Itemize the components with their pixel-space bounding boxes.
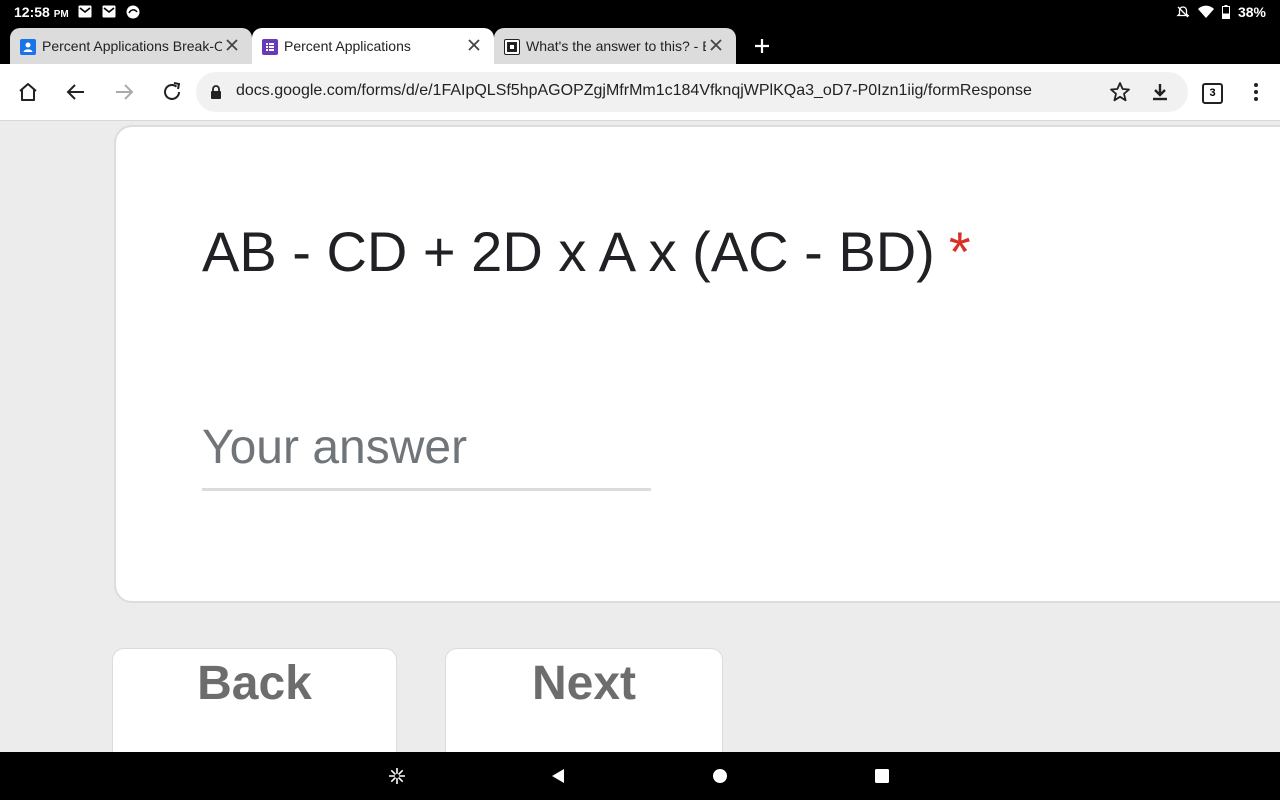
bookmark-star-icon[interactable]: [1108, 80, 1132, 104]
address-bar[interactable]: docs.google.com/forms/d/e/1FAIpQLSf5hpAG…: [196, 72, 1188, 112]
tab-whats-the-answer[interactable]: What's the answer to this? - B: [494, 28, 736, 64]
forward-arrow-icon[interactable]: [112, 80, 136, 104]
tab-switcher-button[interactable]: 3: [1202, 83, 1223, 104]
tab-strip: Percent Applications Break-O Percent App…: [0, 24, 1280, 64]
system-nav-bar: [0, 752, 1280, 800]
question-title: AB - CD + 2D x A x (AC - BD) *: [202, 219, 971, 284]
nav-recents-icon[interactable]: [872, 766, 892, 786]
classroom-favicon-icon: [20, 39, 36, 55]
tab-percent-applications-break[interactable]: Percent Applications Break-O: [10, 28, 252, 64]
status-right: 38%: [1176, 4, 1266, 20]
battery-icon: [1221, 5, 1230, 19]
close-icon[interactable]: [708, 37, 724, 53]
home-icon[interactable]: [16, 80, 40, 104]
question-text: AB - CD + 2D x A x (AC - BD): [202, 220, 935, 283]
nav-back-icon[interactable]: [548, 766, 568, 786]
reload-icon[interactable]: [160, 80, 184, 104]
status-bar: 12:58 PM 38%: [0, 0, 1280, 24]
nav-home-icon[interactable]: [710, 766, 730, 786]
tab-title: What's the answer to this? - B: [526, 38, 706, 54]
gmail-icon: [78, 5, 92, 18]
answer-input[interactable]: [202, 407, 651, 491]
tab-title: Percent Applications Break-O: [42, 38, 222, 54]
assistant-icon[interactable]: [387, 766, 407, 786]
new-tab-plus-icon[interactable]: [750, 34, 774, 58]
forms-favicon-icon: [262, 39, 278, 55]
battery-percent: 38%: [1237, 4, 1266, 20]
question-card: AB - CD + 2D x A x (AC - BD) *: [114, 125, 1280, 603]
download-icon[interactable]: [1148, 80, 1172, 104]
close-icon[interactable]: [466, 37, 482, 53]
wifi-icon: [1197, 5, 1214, 18]
gmail-icon: [102, 5, 116, 18]
required-asterisk: *: [948, 220, 971, 283]
url-text: docs.google.com/forms/d/e/1FAIpQLSf5hpAG…: [236, 82, 1032, 99]
back-arrow-icon[interactable]: [64, 80, 88, 104]
tab-title: Percent Applications: [284, 38, 411, 54]
next-button[interactable]: Next: [445, 648, 723, 752]
status-time: 12:58 PM: [14, 4, 69, 20]
page-content: AB - CD + 2D x A x (AC - BD)* Back Next: [0, 121, 1280, 752]
tab-percent-applications[interactable]: Percent Applications: [252, 28, 494, 64]
back-button[interactable]: Back: [112, 648, 397, 752]
notification-app-icon: [126, 5, 140, 19]
menu-kebab-icon[interactable]: [1244, 80, 1268, 104]
browser-toolbar: docs.google.com/forms/d/e/1FAIpQLSf5hpAG…: [0, 64, 1280, 121]
close-icon[interactable]: [224, 37, 240, 53]
lock-icon: [211, 85, 221, 99]
brainly-favicon-icon: [504, 39, 520, 55]
do-not-disturb-icon: [1176, 6, 1190, 18]
